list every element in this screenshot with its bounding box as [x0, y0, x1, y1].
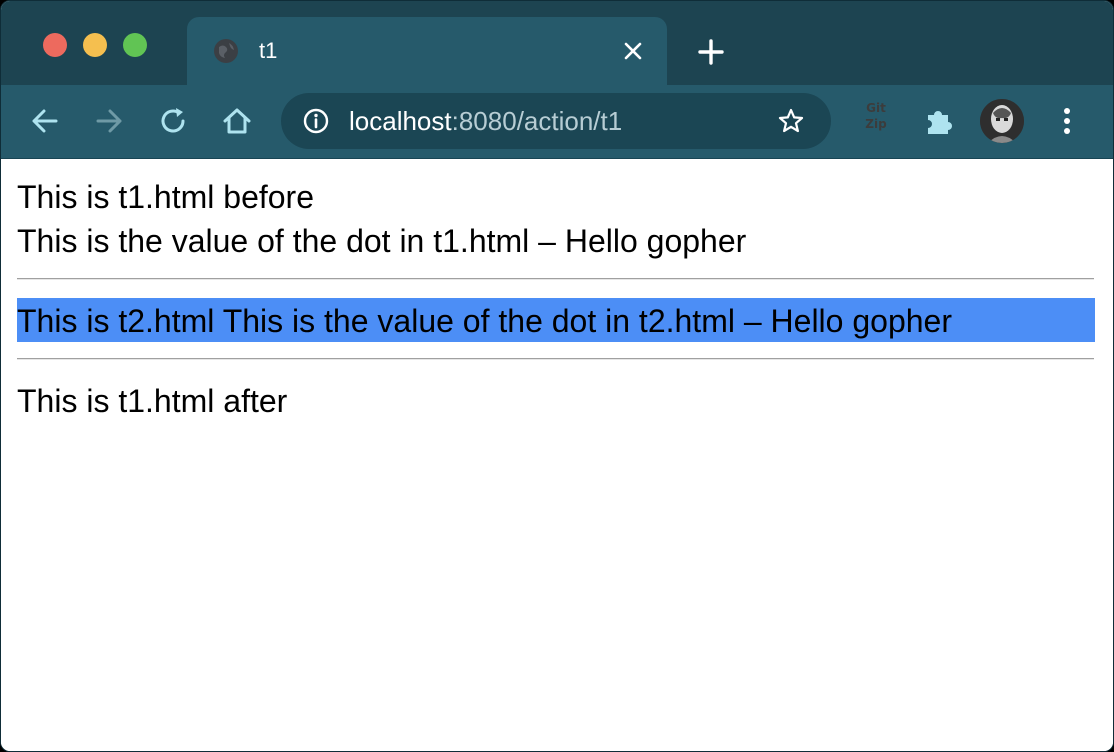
t1-after-text: This is t1.html after: [17, 383, 288, 419]
bookmark-star-icon[interactable]: [777, 107, 805, 135]
back-arrow-icon[interactable]: [27, 103, 63, 139]
divider-bottom: [17, 358, 1094, 360]
tab-title: t1: [259, 38, 278, 63]
address-bar[interactable]: localhost:8080/action/t1: [281, 93, 831, 149]
zoom-window-button[interactable]: [123, 33, 147, 57]
gitzip-label-bottom: Zip: [865, 117, 887, 131]
home-icon[interactable]: [219, 103, 255, 139]
new-tab-icon[interactable]: [695, 37, 727, 67]
gitzip-extension-button[interactable]: Git Zip: [856, 101, 896, 141]
divider-top: [17, 278, 1094, 280]
close-window-button[interactable]: [43, 33, 67, 57]
gitzip-label-top: Git: [866, 101, 886, 115]
extensions-puzzle-icon[interactable]: [921, 103, 957, 139]
reload-icon[interactable]: [155, 103, 191, 139]
tab-t1[interactable]: t1: [187, 17, 667, 85]
url-text[interactable]: localhost:8080/action/t1: [349, 106, 622, 136]
url-host: localhost: [349, 106, 452, 136]
t1-dot-value-text: This is the value of the dot in t1.html …: [17, 223, 747, 259]
profile-avatar[interactable]: [980, 99, 1024, 143]
site-info-icon[interactable]: [303, 108, 329, 134]
page-content: This is t1.html before This is the value…: [1, 159, 1113, 751]
tab-strip: t1: [1, 1, 1113, 85]
minimize-window-button[interactable]: [83, 33, 107, 57]
forward-arrow-icon[interactable]: [91, 103, 127, 139]
globe-icon: [214, 39, 238, 63]
t1-before-text: This is t1.html before: [17, 179, 314, 215]
browser-window: t1 localhost:8080/action/t1 Git Zip This…: [0, 0, 1114, 752]
menu-kebab-icon[interactable]: [1051, 103, 1083, 139]
url-path: :8080/action/t1: [451, 106, 623, 136]
avatar-image: [980, 99, 1024, 143]
t2-included-text: This is t2.html This is the value of the…: [17, 303, 952, 339]
close-tab-icon[interactable]: [621, 39, 645, 63]
